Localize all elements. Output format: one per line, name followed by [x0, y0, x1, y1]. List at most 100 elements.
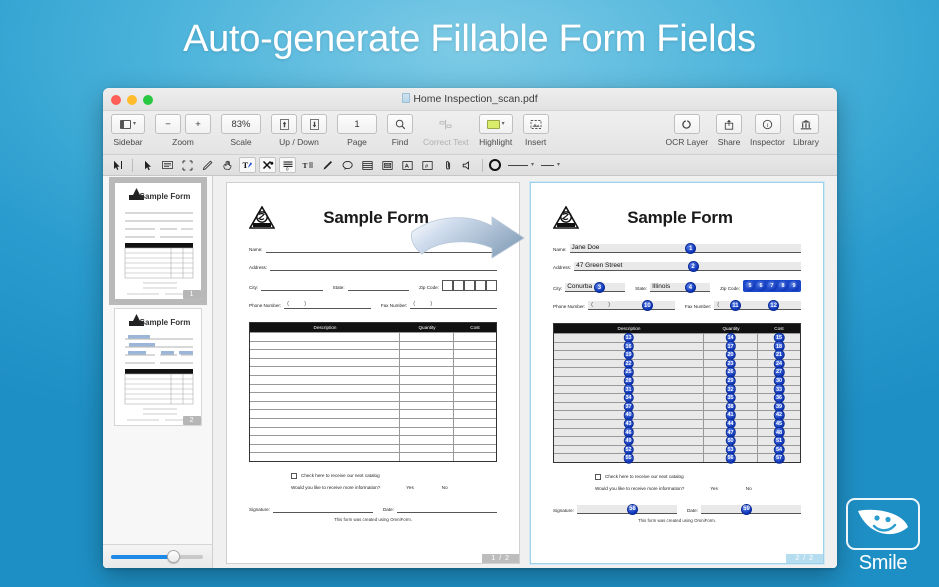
table-cell-cost[interactable] — [454, 436, 496, 444]
input-address[interactable] — [270, 262, 497, 271]
table-cell-desc[interactable] — [250, 385, 400, 393]
field-number-fax[interactable]: 12 — [768, 300, 779, 311]
table-cell-cost[interactable] — [454, 402, 496, 410]
form-field-tool[interactable] — [379, 157, 396, 173]
catalog-checkbox[interactable] — [595, 474, 601, 480]
table-cell-qty[interactable] — [400, 385, 454, 393]
field-number-badge[interactable]: 55 — [623, 453, 634, 464]
table-cell-qty[interactable] — [400, 410, 454, 418]
table-cell-cost[interactable] — [454, 367, 496, 375]
scale-value-button[interactable]: 83% — [221, 114, 261, 134]
table-cell-desc[interactable] — [250, 428, 400, 436]
page-right-fields[interactable]: Sample Form Name: Jane Doe 1 Address: 47… — [530, 182, 824, 564]
table-cell-cost[interactable] — [454, 376, 496, 384]
thumbnail-zoom-slider[interactable] — [111, 555, 203, 559]
input-fax[interactable]: ( ) 11 12 — [714, 301, 801, 310]
table-cell-desc[interactable] — [250, 410, 400, 418]
option-no[interactable]: No — [442, 485, 448, 490]
table-cell-qty[interactable] — [400, 393, 454, 401]
table-tool[interactable] — [359, 157, 376, 173]
yes-no-options[interactable]: Yes No — [710, 486, 751, 491]
zip-box[interactable] — [486, 280, 497, 291]
field-number-state[interactable]: 4 — [685, 282, 696, 293]
field-number-zip-2[interactable]: 6 — [756, 281, 766, 291]
field-number-address[interactable]: 2 — [688, 261, 699, 272]
table-cell-cost[interactable] — [454, 445, 496, 453]
table-cell-desc[interactable] — [250, 445, 400, 453]
table-cell-cost[interactable] — [454, 359, 496, 367]
zip-box[interactable] — [464, 280, 475, 291]
thumbnail-item[interactable]: Sample Form — [103, 182, 212, 300]
input-state[interactable] — [348, 282, 409, 291]
input-address[interactable]: 47 Green Street 2 — [574, 262, 801, 271]
table-cell-desc[interactable] — [250, 367, 400, 375]
thumbnail-page-1[interactable]: Sample Form — [114, 182, 202, 300]
field-number-signature[interactable]: 58 — [627, 504, 638, 515]
input-date[interactable] — [397, 504, 497, 513]
table-cell-desc[interactable] — [250, 402, 400, 410]
library-button[interactable] — [793, 114, 819, 134]
table-cell-qty[interactable] — [400, 436, 454, 444]
table-cell-desc[interactable] — [250, 393, 400, 401]
catalog-checkbox-row[interactable]: Check here to receive our next catalog — [553, 474, 801, 480]
input-phone[interactable]: ( ) — [284, 300, 371, 309]
table-cell-desc[interactable] — [250, 342, 400, 350]
field-number-zip-3[interactable]: 7 — [767, 281, 777, 291]
zoom-out-button[interactable]: − — [155, 114, 181, 134]
catalog-checkbox[interactable] — [291, 473, 297, 479]
field-number-zip-1[interactable]: 5 — [745, 281, 755, 291]
field-number-fax-paren[interactable]: 11 — [730, 300, 741, 311]
circle-shape-tool[interactable] — [489, 159, 501, 171]
crop-tool[interactable] — [179, 157, 196, 173]
field-number-date[interactable]: 59 — [741, 504, 752, 515]
zip-box[interactable] — [453, 280, 464, 291]
arrow-select-tool[interactable] — [139, 157, 156, 173]
ocr-layer-button[interactable] — [674, 114, 700, 134]
field-number-badge[interactable]: 57 — [774, 453, 785, 464]
input-zip-boxes[interactable]: 5 6 7 8 9 — [743, 280, 801, 292]
table-cell-qty[interactable] — [400, 402, 454, 410]
inspector-button[interactable]: i — [755, 114, 781, 134]
thumbnail-item[interactable]: Sample Form — [103, 308, 212, 426]
input-signature[interactable] — [273, 504, 373, 513]
table-cell-cost[interactable] — [454, 342, 496, 350]
highlight-button[interactable]: ▾ — [479, 114, 513, 134]
table-cell-qty[interactable] — [400, 453, 454, 461]
field-number-zip-4[interactable]: 8 — [778, 281, 788, 291]
table-cell-qty[interactable] — [400, 428, 454, 436]
text-select-tool[interactable] — [109, 157, 126, 173]
table-cell-qty[interactable] — [400, 350, 454, 358]
table-cell-qty[interactable] — [400, 359, 454, 367]
text-line-tool[interactable]: T — [299, 157, 316, 173]
zip-box[interactable] — [475, 280, 486, 291]
zip-box[interactable] — [442, 280, 453, 291]
field-number-name[interactable]: 1 — [685, 243, 696, 254]
table-cell-cost[interactable]: 57 — [758, 454, 800, 462]
table-cell-desc[interactable] — [250, 376, 400, 384]
table-cell-desc[interactable]: 55 — [554, 454, 704, 462]
table-cell-cost[interactable] — [454, 333, 496, 341]
insert-button[interactable] — [523, 114, 549, 134]
table-cell-cost[interactable] — [454, 410, 496, 418]
yes-no-options[interactable]: Yes No — [406, 485, 447, 490]
table-cell-qty[interactable]: 56 — [704, 454, 758, 462]
find-button[interactable] — [387, 114, 413, 134]
redact-tool[interactable] — [259, 157, 276, 173]
zoom-slider-knob[interactable] — [167, 550, 180, 563]
ocr-text-tool[interactable]: 0 — [279, 157, 296, 173]
table-cell-cost[interactable] — [454, 419, 496, 427]
input-city[interactable] — [261, 282, 322, 291]
input-city[interactable]: Conurba 3 — [565, 283, 625, 292]
table-cell-qty[interactable] — [400, 333, 454, 341]
note-tool[interactable] — [339, 157, 356, 173]
field-number-phone[interactable]: 10 — [642, 300, 653, 311]
input-phone[interactable]: ( ) 10 — [588, 301, 675, 310]
table-cell-cost[interactable] — [454, 385, 496, 393]
field-number-badge[interactable]: 56 — [725, 453, 736, 464]
page-number-field[interactable]: 1 — [337, 114, 377, 134]
share-button[interactable] — [716, 114, 742, 134]
table-cell-desc[interactable] — [250, 453, 400, 461]
option-yes[interactable]: Yes — [710, 486, 718, 491]
input-name[interactable]: Jane Doe 1 — [570, 244, 801, 253]
table-cell-qty[interactable] — [400, 342, 454, 350]
